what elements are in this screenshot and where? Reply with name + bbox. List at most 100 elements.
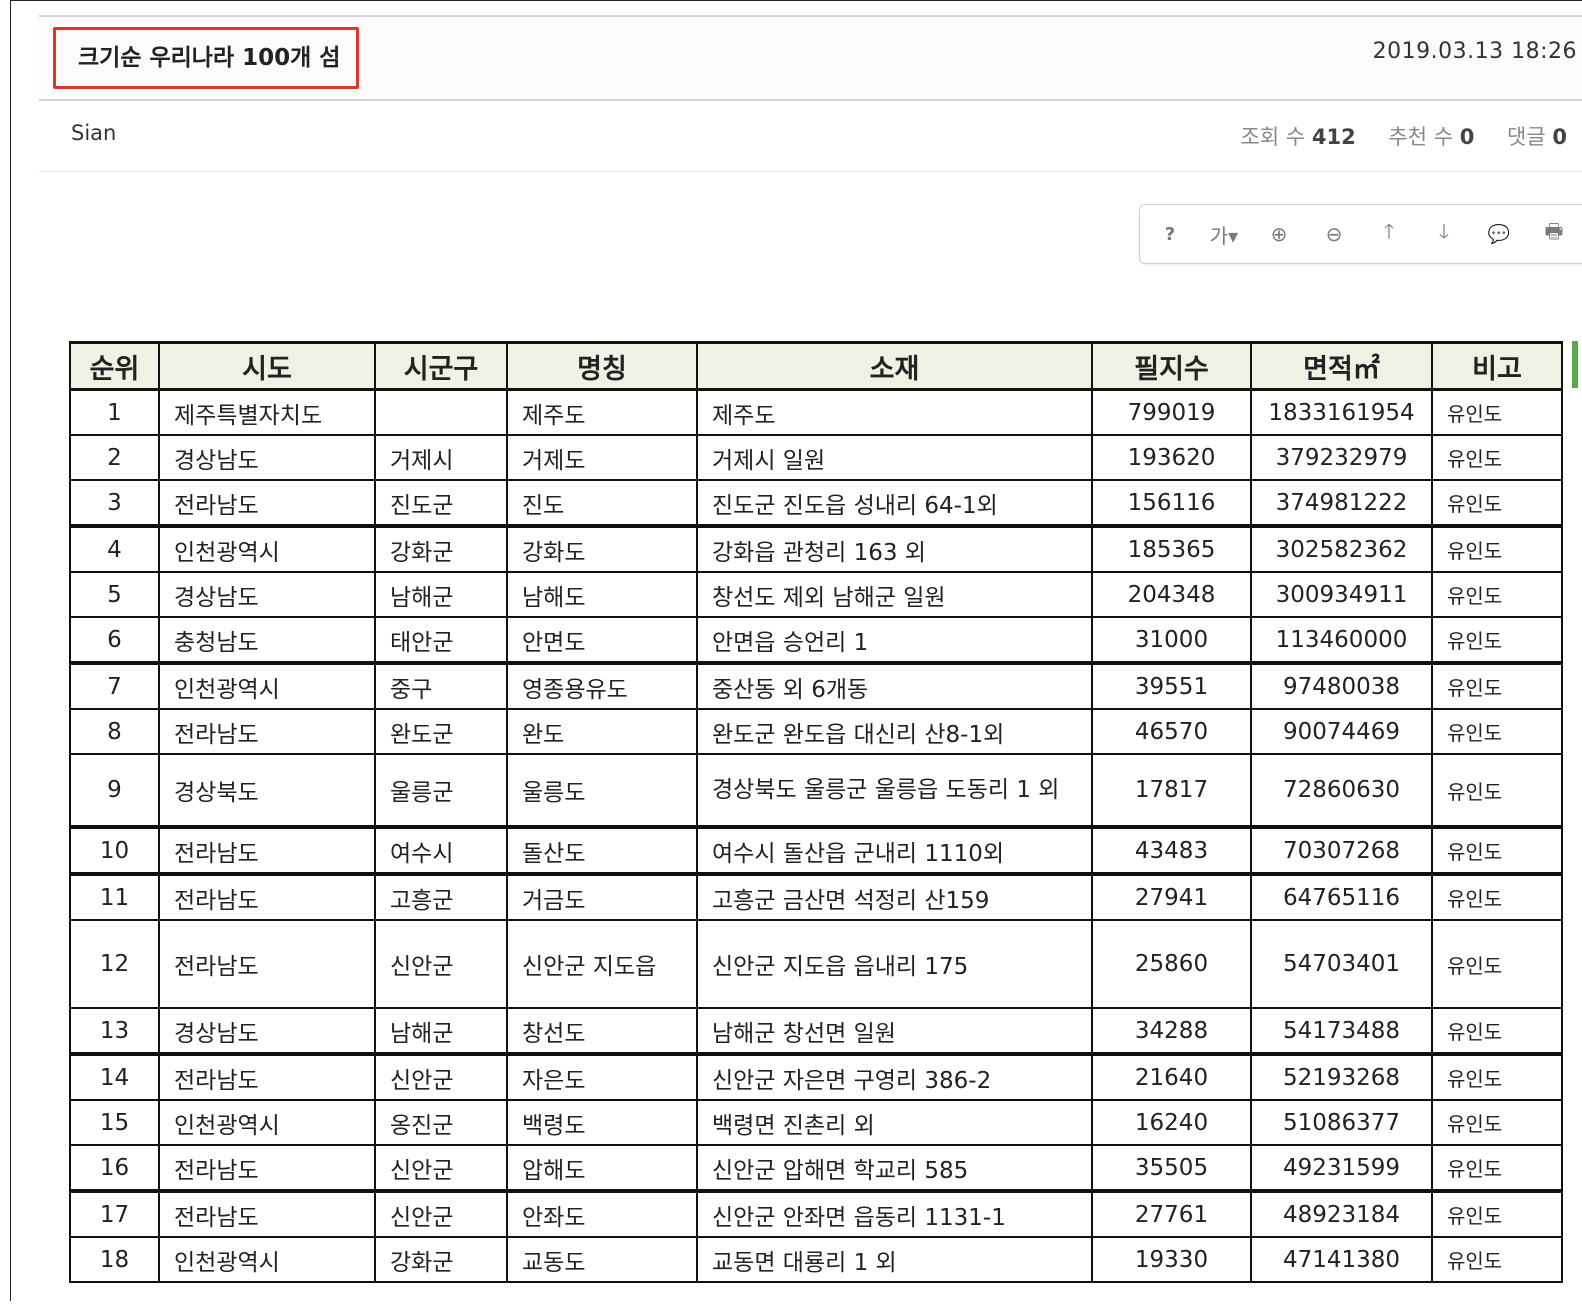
post-header: 크기순 우리나라 100개 섬 2019.03.13 18:26 xyxy=(39,15,1582,101)
cell-location: 신안군 자은면 구영리 386-2 xyxy=(696,1052,1093,1101)
table-row: 7 인천광역시 중구 영종용유도 중산동 외 6개동 39551 97480038 유인도 xyxy=(69,661,1563,710)
cell-area: 379232979 xyxy=(1250,434,1433,481)
cell-location: 창선도 제외 남해군 일원 xyxy=(696,571,1093,618)
cell-area: 52193268 xyxy=(1250,1052,1433,1101)
table-row: 16 전라남도 신안군 압해도 신안군 압해면 학교리 585 35505 49231599… xyxy=(69,1144,1563,1192)
cell-note: 유인도 xyxy=(1431,434,1563,481)
cell-name: 돌산도 xyxy=(506,825,698,875)
post-meta: Sian 조회 수 412 추천 수 0 댓글 0 xyxy=(39,101,1582,172)
table-row: 6 충청남도 태안군 안면도 안면읍 승언리 1 31000 113460000 유인도 xyxy=(69,616,1563,664)
cell-area: 374981222 xyxy=(1250,479,1433,527)
cell-parcels: 34288 xyxy=(1091,1007,1252,1055)
cell-name: 압해도 xyxy=(506,1144,698,1192)
cell-rank: 1 xyxy=(69,388,160,436)
cell-province: 전라남도 xyxy=(158,1189,376,1238)
cell-district xyxy=(374,388,508,436)
help-icon[interactable]: ? xyxy=(1154,218,1186,250)
table-row: 15 인천광역시 옹진군 백령도 백령면 진촌리 외 16240 51086377 유인도 xyxy=(69,1099,1563,1146)
post-date: 2019.03.13 18:26 xyxy=(1372,39,1577,64)
cell-note: 유인도 xyxy=(1431,753,1563,828)
cell-name: 안좌도 xyxy=(506,1189,698,1238)
cell-name: 완도 xyxy=(506,708,698,755)
cell-area: 48923184 xyxy=(1250,1189,1433,1238)
cell-rank: 13 xyxy=(69,1007,160,1055)
cell-rank: 11 xyxy=(69,872,160,921)
author-name[interactable]: Sian xyxy=(71,121,116,145)
cell-rank: 5 xyxy=(69,571,160,618)
cell-note: 유인도 xyxy=(1431,571,1563,618)
arrow-down-icon[interactable]: 🡓 xyxy=(1428,218,1460,250)
print-icon[interactable]: 🖶 xyxy=(1538,218,1570,250)
arrow-up-icon[interactable]: 🡑 xyxy=(1373,218,1405,250)
cell-area: 54173488 xyxy=(1250,1007,1433,1055)
cell-rank: 17 xyxy=(69,1189,160,1238)
cell-location: 백령면 진촌리 외 xyxy=(696,1099,1093,1146)
comment-count: 댓글 0 xyxy=(1507,125,1567,149)
cell-district: 중구 xyxy=(374,661,508,710)
cell-location: 제주도 xyxy=(696,388,1093,436)
cell-district: 고흥군 xyxy=(374,872,508,921)
font-size-icon[interactable]: 가▾ xyxy=(1202,218,1246,250)
cell-province: 인천광역시 xyxy=(158,524,376,573)
cell-location: 남해군 창선면 일원 xyxy=(696,1007,1093,1055)
table-row: 4 인천광역시 강화군 강화도 강화읍 관청리 163 외 185365 302582362… xyxy=(69,524,1563,573)
cell-province: 전라남도 xyxy=(158,872,376,921)
cell-parcels: 185365 xyxy=(1091,524,1252,573)
table-body: 1 제주특별자치도 제주도 제주도 799019 1833161954 유인도 2 경상남도 거제… xyxy=(69,388,1563,1283)
cell-note: 유인도 xyxy=(1431,1052,1563,1101)
cell-name: 자은도 xyxy=(506,1052,698,1101)
cell-rank: 14 xyxy=(69,1052,160,1101)
cell-location: 고흥군 금산면 석정리 산159 xyxy=(696,872,1093,921)
cell-district: 신안군 xyxy=(374,1144,508,1192)
cell-location: 교동면 대룡리 1 외 xyxy=(696,1236,1093,1283)
cell-province: 경상남도 xyxy=(158,1007,376,1055)
cell-parcels: 21640 xyxy=(1091,1052,1252,1101)
cell-province: 인천광역시 xyxy=(158,1099,376,1146)
cell-name: 창선도 xyxy=(506,1007,698,1055)
cell-parcels: 46570 xyxy=(1091,708,1252,755)
comment-icon[interactable]: 💬 xyxy=(1483,218,1515,250)
cell-area: 97480038 xyxy=(1250,661,1433,710)
table-row: 9 경상북도 울릉군 울릉도 경상북도 울릉군 울릉읍 도동리 1 외 17817 7286… xyxy=(69,753,1563,828)
cell-location: 완도군 완도읍 대신리 산8-1외 xyxy=(696,708,1093,755)
cell-name: 남해도 xyxy=(506,571,698,618)
cell-note: 유인도 xyxy=(1431,1189,1563,1238)
cell-area: 51086377 xyxy=(1250,1099,1433,1146)
cell-note: 유인도 xyxy=(1431,616,1563,664)
zoom-out-icon[interactable]: ⊖ xyxy=(1318,218,1350,250)
table-row: 14 전라남도 신안군 자은도 신안군 자은면 구영리 386-2 21640 521932… xyxy=(69,1052,1563,1101)
cell-name: 진도 xyxy=(506,479,698,527)
header-note: 비고 xyxy=(1431,341,1563,391)
cell-note: 유인도 xyxy=(1431,1007,1563,1055)
cell-parcels: 19330 xyxy=(1091,1236,1252,1283)
table-row: 3 전라남도 진도군 진도 진도군 진도읍 성내리 64-1외 156116 3749812… xyxy=(69,479,1563,527)
cell-area: 49231599 xyxy=(1250,1144,1433,1192)
header-province: 시도 xyxy=(158,341,376,391)
cell-parcels: 156116 xyxy=(1091,479,1252,527)
cell-note: 유인도 xyxy=(1431,1144,1563,1192)
post-title[interactable]: 크기순 우리나라 100개 섬 xyxy=(53,27,359,89)
cell-province: 경상북도 xyxy=(158,753,376,828)
cell-province: 전라남도 xyxy=(158,1144,376,1192)
cell-name: 강화도 xyxy=(506,524,698,573)
cell-rank: 18 xyxy=(69,1236,160,1283)
cell-province: 전라남도 xyxy=(158,825,376,875)
table-row: 12 전라남도 신안군 신안군 지도읍 신안군 지도읍 읍내리 175 25860 5470… xyxy=(69,919,1563,1009)
cell-rank: 6 xyxy=(69,616,160,664)
cell-province: 충청남도 xyxy=(158,616,376,664)
zoom-in-icon[interactable]: ⊕ xyxy=(1263,218,1295,250)
cell-province: 전라남도 xyxy=(158,919,376,1009)
cell-rank: 4 xyxy=(69,524,160,573)
cell-note: 유인도 xyxy=(1431,872,1563,921)
cell-location: 거제시 일원 xyxy=(696,434,1093,481)
cell-district: 강화군 xyxy=(374,524,508,573)
table-row: 5 경상남도 남해군 남해도 창선도 제외 남해군 일원 204348 300934911 유… xyxy=(69,571,1563,618)
cell-area: 300934911 xyxy=(1250,571,1433,618)
cell-note: 유인도 xyxy=(1431,919,1563,1009)
cell-district: 울릉군 xyxy=(374,753,508,828)
cell-area: 72860630 xyxy=(1250,753,1433,828)
cell-parcels: 39551 xyxy=(1091,661,1252,710)
cell-province: 제주특별자치도 xyxy=(158,388,376,436)
cell-parcels: 27941 xyxy=(1091,872,1252,921)
cell-province: 전라남도 xyxy=(158,1052,376,1101)
